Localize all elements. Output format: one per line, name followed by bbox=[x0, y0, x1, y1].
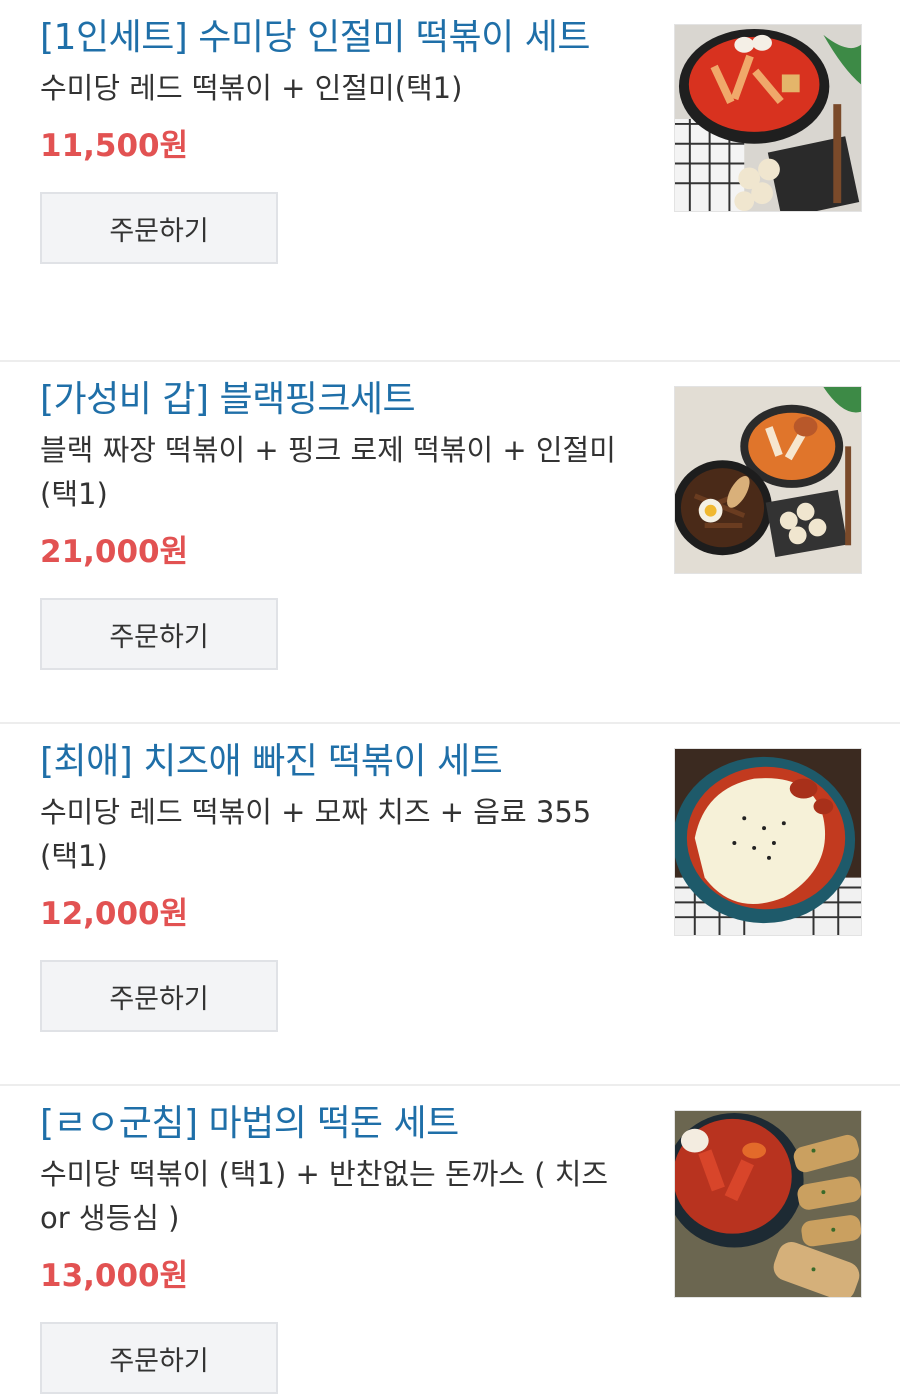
menu-item-title[interactable]: [1인세트] 수미당 인절미 떡볶이 세트 bbox=[40, 14, 630, 62]
menu-item-info: [가성비 갑] 블랙핑크세트 블랙 짜장 떡볶이 + 핑크 로제 떡볶이 + 인… bbox=[40, 376, 630, 670]
menu-item-description: 블랙 짜장 떡볶이 + 핑크 로제 떡볶이 + 인절미 (택1) bbox=[40, 433, 616, 511]
menu-item-title[interactable]: [최애] 치즈애 빠진 떡볶이 세트 bbox=[40, 738, 630, 786]
menu-item-image[interactable] bbox=[674, 24, 862, 212]
black-pink-set-photo bbox=[675, 387, 861, 573]
menu-item-info: [ㄹㅇ군침] 마법의 떡돈 세트 수미당 떡볶이 (택1) + 반찬없는 돈까스… bbox=[40, 1100, 630, 1394]
menu-item-description: 수미당 레드 떡볶이 + 인절미(택1) bbox=[40, 71, 463, 105]
order-button[interactable]: 주문하기 bbox=[40, 1322, 278, 1394]
menu-item-image[interactable] bbox=[674, 748, 862, 936]
menu-item-description: 수미당 레드 떡볶이 + 모짜 치즈 + 음료 355 (택1) bbox=[40, 795, 592, 873]
order-button[interactable]: 주문하기 bbox=[40, 960, 278, 1032]
menu-item: [1인세트] 수미당 인절미 떡볶이 세트 수미당 레드 떡볶이 + 인절미(택… bbox=[0, 0, 900, 362]
menu-item-price: 12,000원 bbox=[40, 896, 189, 932]
order-button[interactable]: 주문하기 bbox=[40, 598, 278, 670]
tteokbokki-tonkatsu-photo bbox=[675, 1111, 861, 1297]
cheese-tteokbokki-photo bbox=[675, 749, 861, 935]
menu-item-info: [최애] 치즈애 빠진 떡볶이 세트 수미당 레드 떡볶이 + 모짜 치즈 + … bbox=[40, 738, 630, 1032]
menu-item-title[interactable]: [ㄹㅇ군침] 마법의 떡돈 세트 bbox=[40, 1100, 630, 1148]
menu-item-price: 13,000원 bbox=[40, 1258, 189, 1294]
menu-item-price: 21,000원 bbox=[40, 534, 189, 570]
menu-item: [최애] 치즈애 빠진 떡볶이 세트 수미당 레드 떡볶이 + 모짜 치즈 + … bbox=[0, 724, 900, 1086]
menu-item: [ㄹㅇ군침] 마법의 떡돈 세트 수미당 떡볶이 (택1) + 반찬없는 돈까스… bbox=[0, 1086, 900, 1394]
menu-list: [1인세트] 수미당 인절미 떡볶이 세트 수미당 레드 떡볶이 + 인절미(택… bbox=[0, 0, 900, 1394]
menu-item-image[interactable] bbox=[674, 1110, 862, 1298]
menu-item-title[interactable]: [가성비 갑] 블랙핑크세트 bbox=[40, 376, 630, 424]
menu-item-info: [1인세트] 수미당 인절미 떡볶이 세트 수미당 레드 떡볶이 + 인절미(택… bbox=[40, 14, 630, 264]
menu-item-price: 11,500원 bbox=[40, 128, 189, 164]
order-button[interactable]: 주문하기 bbox=[40, 192, 278, 264]
menu-item-description: 수미당 떡볶이 (택1) + 반찬없는 돈까스 ( 치즈 or 생등심 ) bbox=[40, 1157, 609, 1235]
tteokbokki-set-photo bbox=[675, 25, 861, 211]
menu-item: [가성비 갑] 블랙핑크세트 블랙 짜장 떡볶이 + 핑크 로제 떡볶이 + 인… bbox=[0, 362, 900, 724]
menu-item-image[interactable] bbox=[674, 386, 862, 574]
